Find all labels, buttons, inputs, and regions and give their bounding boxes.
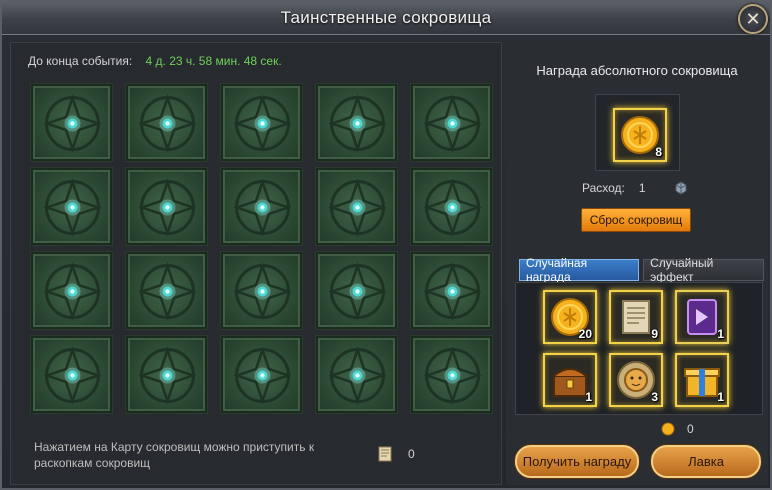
treasure-tile[interactable] [315, 83, 398, 162]
glyph-icon [138, 178, 197, 237]
treasure-tile[interactable] [30, 251, 113, 330]
absolute-reward-item[interactable]: 8 [613, 108, 667, 162]
title-bar: Таинственные сокровища [2, 2, 770, 35]
treasure-tile[interactable] [410, 167, 493, 246]
treasure-tile[interactable] [315, 335, 398, 414]
treasure-map-counter: 0 [376, 445, 415, 463]
reward-panel: Награда абсолютного сокровища 8 Расход: … [506, 42, 768, 485]
glyph-icon [233, 178, 292, 237]
treasure-tile[interactable] [220, 167, 303, 246]
reward-item[interactable]: 9 [609, 290, 663, 344]
treasure-tile[interactable] [315, 167, 398, 246]
treasure-tile[interactable] [125, 167, 208, 246]
treasure-tile[interactable] [315, 251, 398, 330]
glyph-icon [328, 178, 387, 237]
glyph-icon [138, 346, 197, 405]
treasure-tile[interactable] [30, 167, 113, 246]
absolute-reward-qty: 8 [655, 145, 662, 159]
close-icon: ✕ [745, 8, 761, 29]
absolute-reward-title: Награда абсолютного сокровища [536, 63, 738, 78]
glyph-icon [43, 346, 102, 405]
treasure-tile[interactable] [125, 335, 208, 414]
glyph-icon [423, 94, 482, 153]
treasure-tile[interactable] [410, 335, 493, 414]
glyph-icon [233, 262, 292, 321]
glyph-icon [43, 262, 102, 321]
reward-qty: 1 [585, 390, 592, 404]
treasure-window: Таинственные сокровища ✕ ? До конца собы… [0, 0, 772, 490]
event-timer: До конца события: 4 д. 23 ч. 58 мин. 48 … [28, 54, 282, 68]
currency-balance: 0 [661, 422, 694, 436]
treasure-tile[interactable] [30, 83, 113, 162]
glyph-icon [138, 262, 197, 321]
treasure-tile[interactable] [220, 251, 303, 330]
tab-random-reward[interactable]: Случайная награда [519, 256, 640, 284]
glyph-icon [328, 94, 387, 153]
reward-qty: 9 [651, 327, 658, 341]
currency-value: 0 [687, 422, 694, 436]
shop-button[interactable]: Лавка [651, 445, 761, 478]
reward-item[interactable]: 1 [543, 353, 597, 407]
reward-tabs: Случайная награда Случайный эффект [519, 256, 768, 284]
treasure-tile[interactable] [125, 251, 208, 330]
reward-item[interactable]: 1 [675, 353, 729, 407]
close-button[interactable]: ✕ [738, 4, 768, 34]
glyph-icon [328, 346, 387, 405]
reward-item[interactable]: 3 [609, 353, 663, 407]
glyph-icon [233, 94, 292, 153]
glyph-icon [43, 178, 102, 237]
cube-icon [675, 181, 687, 195]
glyph-icon [43, 94, 102, 153]
timer-value: 4 д. 23 ч. 58 мин. 48 сек. [145, 54, 282, 68]
reward-item[interactable]: 1 [675, 290, 729, 344]
glyph-icon [423, 262, 482, 321]
cost-label: Расход: [582, 181, 625, 195]
hint-text: Нажатием на Карту сокровищ можно приступ… [34, 440, 315, 470]
reward-qty: 20 [578, 327, 592, 341]
treasure-tile[interactable] [410, 251, 493, 330]
random-reward-list: 20 9 1 1 3 1 [515, 282, 763, 415]
glyph-icon [328, 262, 387, 321]
reward-item[interactable]: 20 [543, 290, 597, 344]
timer-label: До конца события: [28, 54, 133, 68]
glyph-icon [138, 94, 197, 153]
gold-coin-icon [661, 422, 675, 436]
treasure-tile[interactable] [125, 83, 208, 162]
glyph-icon [233, 346, 292, 405]
cost-row: Расход: 1 [582, 181, 688, 195]
reward-qty: 3 [651, 390, 658, 404]
treasure-map-icon [378, 446, 392, 462]
window-title: Таинственные сокровища [280, 8, 492, 27]
treasure-tile[interactable] [30, 335, 113, 414]
treasure-field-panel: До конца события: 4 д. 23 ч. 58 мин. 48 … [10, 42, 502, 485]
treasure-tile[interactable] [220, 335, 303, 414]
absolute-reward-slot[interactable]: 8 [595, 94, 680, 171]
reward-qty: 1 [717, 390, 724, 404]
get-reward-button[interactable]: Получить награду [515, 445, 639, 478]
reward-qty: 1 [717, 327, 724, 341]
cost-value: 1 [638, 181, 646, 195]
glyph-icon [423, 178, 482, 237]
treasure-tile[interactable] [220, 83, 303, 162]
treasure-tile-grid [30, 83, 493, 414]
treasure-tile[interactable] [410, 83, 493, 162]
tab-random-effect[interactable]: Случайный эффект [643, 256, 764, 284]
treasure-map-count: 0 [408, 447, 415, 461]
reset-treasure-button[interactable]: Сброс сокровищ [581, 208, 691, 232]
glyph-icon [423, 346, 482, 405]
